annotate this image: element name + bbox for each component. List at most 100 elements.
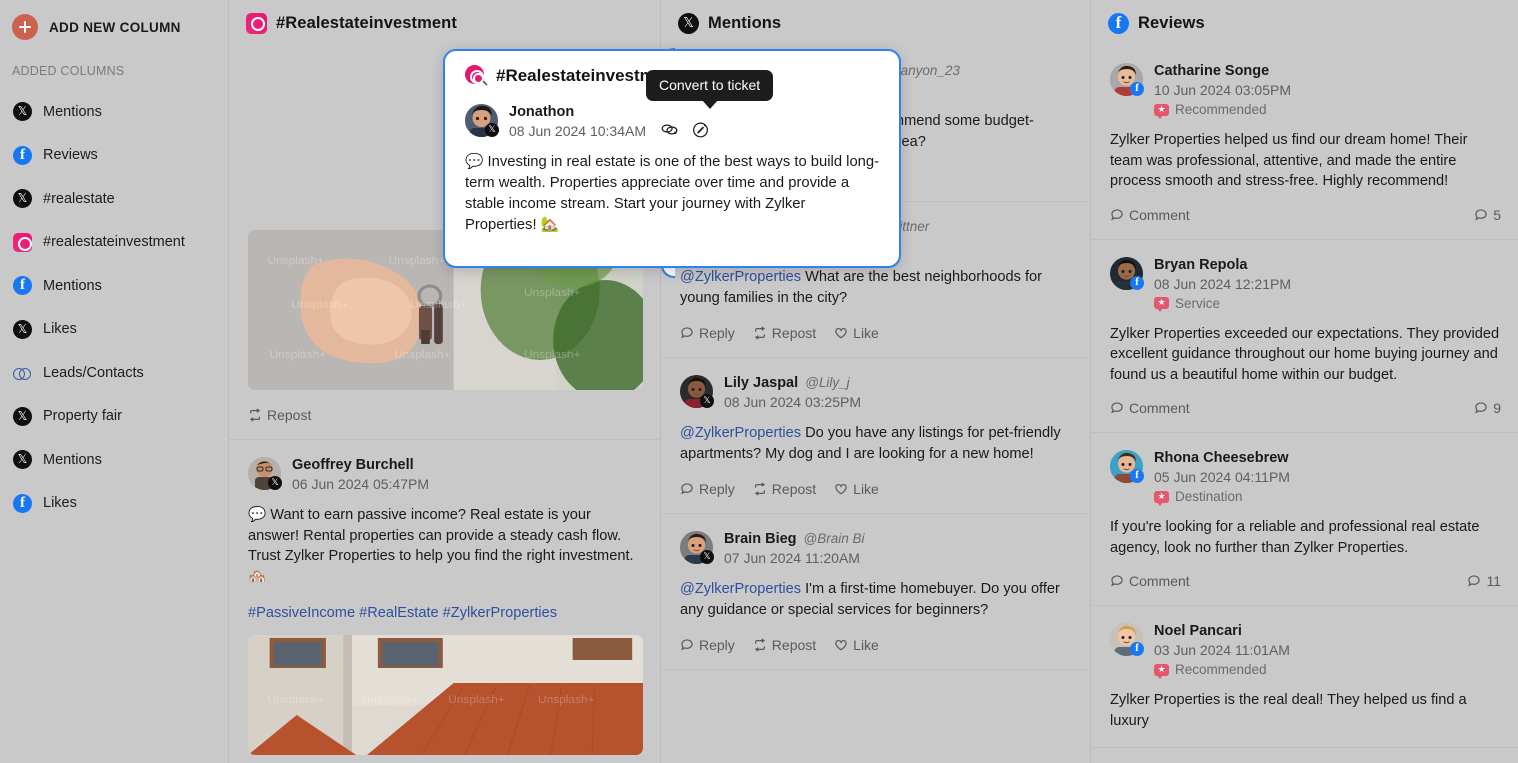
sidebar-item-likes[interactable]: Likes: [0, 308, 228, 352]
facebook-icon: [13, 493, 32, 513]
sidebar-item-realestate[interactable]: #realestate: [0, 177, 228, 221]
sidebar-item-reviews[interactable]: Reviews: [0, 134, 228, 178]
repost-action[interactable]: Repost: [753, 637, 816, 653]
sidebar-item-label: #realestate: [43, 190, 115, 207]
comment-action[interactable]: Comment: [1110, 400, 1190, 416]
post-author-row: Geoffrey Burchell 06 Jun 2024 05:47PM: [248, 457, 643, 492]
like-icon: [834, 326, 848, 340]
comment-action[interactable]: Comment: [1110, 573, 1190, 589]
mention-handle-link[interactable]: @ZylkerProperties: [680, 581, 801, 597]
column-header-realestateinvestment[interactable]: #Realestateinvestment: [229, 0, 660, 46]
reply-action[interactable]: Reply: [680, 637, 735, 653]
like-label: Like: [853, 481, 879, 497]
review-timestamp: 10 Jun 2024 03:05PM: [1154, 82, 1291, 98]
facebook-badge-icon: [1130, 642, 1144, 656]
mention-handle-link[interactable]: @ZylkerProperties: [680, 425, 801, 441]
review-timestamp: 05 Jun 2024 04:11PM: [1154, 469, 1290, 485]
sidebar-item-label: Property fair: [43, 408, 122, 425]
reply-action[interactable]: Reply: [680, 325, 735, 341]
sidebar-item-realestateinvestment[interactable]: #realestateinvestment: [0, 221, 228, 265]
review-tag: Recommended: [1154, 102, 1291, 119]
sidebar-item-mentions[interactable]: Mentions: [0, 90, 228, 134]
avatar: [465, 104, 499, 137]
comment-bubble-icon: [1467, 574, 1481, 588]
sidebar-item-label: Likes: [43, 495, 77, 512]
link-leads-icon[interactable]: [660, 120, 679, 139]
post-timestamp: 06 Jun 2024 05:47PM: [292, 476, 429, 492]
avatar: [1110, 63, 1144, 96]
mention-meta: Lily Jaspal @Lily_j 08 Jun 2024 03:25PM: [724, 375, 861, 410]
review-timestamp: 03 Jun 2024 11:01AM: [1154, 642, 1290, 658]
review-author-name: Noel Pancari: [1154, 623, 1242, 639]
sidebar-item-label: Mentions: [43, 103, 102, 120]
comment-count-value: 11: [1486, 573, 1501, 589]
mention-author-name: Brain Bieg: [724, 531, 797, 547]
tooltip-convert-to-ticket: Convert to ticket: [646, 70, 774, 109]
instagram-icon: [13, 232, 32, 252]
review-timestamp: 08 Jun 2024 12:21PM: [1154, 275, 1291, 292]
sidebar-item-likes[interactable]: Likes: [0, 482, 228, 526]
instagram-icon: [246, 12, 267, 34]
svg-text:Unsplash+: Unsplash+: [524, 349, 581, 361]
comment-icon: [1110, 574, 1124, 588]
review-author-name: Rhona Cheesebrew: [1154, 450, 1289, 466]
sidebar-item-property-fair[interactable]: Property fair: [0, 395, 228, 439]
review-card[interactable]: Rhona Cheesebrew 05 Jun 2024 04:11PM Desti…: [1091, 433, 1518, 606]
column-header-reviews[interactable]: Reviews: [1091, 0, 1518, 46]
comment-bubble-icon: [1474, 401, 1488, 415]
x-icon: [13, 450, 32, 470]
repost-action[interactable]: Repost: [248, 407, 311, 423]
review-author-name: Bryan Repola: [1154, 256, 1248, 273]
avatar: [1110, 450, 1144, 483]
svg-text:Unsplash+: Unsplash+: [394, 349, 451, 361]
column-body-reviews[interactable]: Catharine Songe 10 Jun 2024 03:05PM Recomm…: [1091, 46, 1518, 763]
sidebar-item-label: Likes: [43, 321, 77, 338]
facebook-badge-icon: [1130, 275, 1144, 290]
post-hashtags[interactable]: #PassiveIncome #RealEstate #ZylkerProper…: [248, 605, 643, 621]
comment-icon: [1110, 208, 1124, 222]
sidebar-item-leads-contacts[interactable]: Leads/Contacts: [0, 351, 228, 395]
svg-text:Unsplash+: Unsplash+: [267, 694, 324, 706]
sidebar-item-label: Leads/Contacts: [43, 364, 144, 381]
repost-label: Repost: [771, 325, 817, 341]
post-card[interactable]: Geoffrey Burchell 06 Jun 2024 05:47PM 💬 …: [229, 440, 660, 763]
post-detail-popup[interactable]: #Realestateinvestment 𝕏 Jonathon 08 Jun …: [443, 49, 901, 268]
sidebar-item-mentions[interactable]: Mentions: [0, 264, 228, 308]
repost-action[interactable]: Repost: [753, 325, 816, 341]
svg-text:Unsplash+: Unsplash+: [410, 299, 467, 311]
review-card[interactable]: Catharine Songe 10 Jun 2024 03:05PM Recomm…: [1091, 46, 1518, 240]
mention-timestamp: 07 Jun 2024 11:20AM: [724, 550, 860, 566]
post-meta: Geoffrey Burchell 06 Jun 2024 05:47PM: [292, 457, 429, 492]
like-action[interactable]: Like: [834, 325, 879, 341]
mention-actions: Reply Repost Like: [680, 637, 1073, 653]
review-text: Zylker Properties helped us find our dre…: [1110, 132, 1468, 189]
review-text: Zylker Properties exceeded our expectati…: [1110, 325, 1500, 383]
repost-action[interactable]: Repost: [753, 481, 816, 497]
plus-icon: [12, 14, 38, 40]
add-new-column-button[interactable]: ADD NEW COLUMN: [0, 0, 228, 40]
review-card[interactable]: Bryan Repola 08 Jun 2024 12:21PM Service Zy…: [1091, 240, 1518, 433]
mention-card[interactable]: Brain Bieg @Brain Bi 07 Jun 2024 11:20AM @Z…: [661, 514, 1090, 670]
reply-action[interactable]: Reply: [680, 481, 735, 497]
like-action[interactable]: Like: [834, 481, 879, 497]
like-action[interactable]: Like: [834, 637, 879, 653]
comment-label: Comment: [1129, 400, 1190, 416]
column-header-mentions[interactable]: Mentions: [661, 0, 1090, 46]
comment-count: 11: [1467, 573, 1501, 589]
mention-handle-link[interactable]: @ZylkerProperties: [680, 269, 801, 285]
review-tag: Destination: [1154, 489, 1290, 506]
x-icon: [13, 189, 32, 209]
review-badge-icon: [1154, 297, 1169, 312]
reply-icon: [680, 326, 694, 340]
sidebar-item-mentions[interactable]: Mentions: [0, 438, 228, 482]
popup-meta: Jonathon 08 Jun 2024 10:34AM: [509, 104, 710, 139]
review-actions: Comment 11: [1110, 573, 1501, 589]
review-card[interactable]: Noel Pancari 03 Jun 2024 11:01AM Recommend…: [1091, 606, 1518, 748]
mention-author-handle: @Lily_j: [805, 375, 850, 390]
mention-card[interactable]: Lily Jaspal @Lily_j 08 Jun 2024 03:25PM @Zy…: [661, 358, 1090, 514]
sidebar-column-list: Mentions Reviews #realestate #realestateinv…: [0, 90, 228, 525]
popup-body: Jonathon 08 Jun 2024 10:34AM: [465, 70, 881, 236]
comment-action[interactable]: Comment: [1110, 207, 1190, 223]
convert-to-ticket-icon[interactable]: [691, 120, 710, 139]
review-author-row: Noel Pancari 03 Jun 2024 11:01AM Recommend…: [1110, 623, 1501, 679]
